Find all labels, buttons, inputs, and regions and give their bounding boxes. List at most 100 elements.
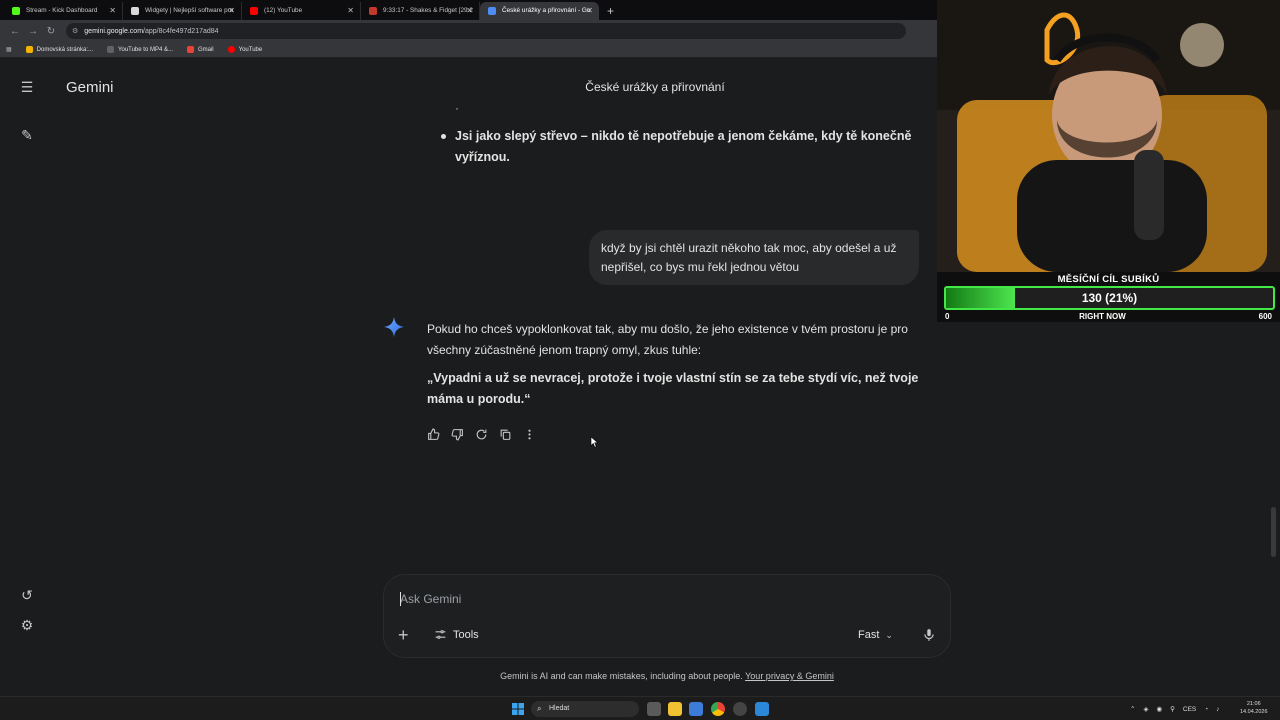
site-info-icon[interactable]: ⚙ <box>72 27 78 35</box>
system-tray: ⌃ ◈ ◉ ⚲ CES ◔ ♪ <box>1130 697 1219 720</box>
task-view-icon[interactable] <box>647 702 661 716</box>
chrome-icon[interactable] <box>711 702 725 716</box>
more-options-icon[interactable] <box>521 426 537 442</box>
clock-date: 14.04.2026 <box>1240 709 1268 715</box>
bookmark-youtube-mp4[interactable]: YouTube to MP4 &... <box>107 46 173 53</box>
input-language[interactable]: CES <box>1183 706 1196 713</box>
windows-start-icon[interactable] <box>512 703 524 715</box>
bookmark-icon <box>25 46 33 53</box>
tab-label: Widgety | Nejlepší software pro <box>145 7 234 14</box>
gmail-icon <box>186 46 194 53</box>
forward-icon[interactable]: → <box>24 26 42 37</box>
file-explorer-icon[interactable] <box>668 702 682 716</box>
truncated-line-marker: · <box>455 101 459 115</box>
chat-title[interactable]: České urážky a přirovnání <box>460 80 850 94</box>
address-bar[interactable]: ⚙ gemini.google.com/app/8c4fe497d217ad84 <box>66 23 906 39</box>
tab-youtube[interactable]: (12) YouTube ✕ <box>242 2 361 20</box>
new-chat-icon[interactable]: ✎ <box>17 125 37 145</box>
webcam-picture <box>937 0 1280 272</box>
tab-label: 9:33:17 - Shakes & Fidget [29.2 <box>383 7 473 14</box>
tools-label: Tools <box>453 628 479 641</box>
add-attachment-icon[interactable]: + <box>398 626 409 644</box>
bookmark-label: YouTube <box>238 46 263 53</box>
close-tab-icon[interactable]: ✕ <box>347 2 354 20</box>
youtube-icon <box>227 46 235 53</box>
disclaimer-text: Gemini is AI and can make mistakes, incl… <box>500 671 743 681</box>
bookmark-label: YouTube to MP4 &... <box>118 46 173 53</box>
response-intro: Pokud ho chceš vypoklonkovat tak, aby mu… <box>427 322 908 357</box>
goal-title: MĚSÍČNÍ CÍL SUBÍKŮ <box>1057 274 1160 285</box>
model-mode-dropdown[interactable]: Fast ⌄ <box>858 629 893 641</box>
browser-toolbar: ← → ↻ ⚙ gemini.google.com/app/8c4fe497d2… <box>0 20 937 42</box>
tools-button[interactable]: Tools <box>434 628 479 641</box>
previous-response-bullet: Jsi jako slepý střevo – nikdo tě nepotře… <box>441 126 921 168</box>
app-icon[interactable] <box>733 702 747 716</box>
thumbs-down-icon[interactable] <box>449 426 465 442</box>
privacy-link[interactable]: Your privacy & Gemini <box>745 671 834 681</box>
response-actions <box>425 426 537 442</box>
new-tab-button[interactable]: + <box>599 2 622 20</box>
gemini-side-rail: ☰ ✎ ↺ ⚙ <box>0 59 54 696</box>
response-quote: „Vypadni a už se nevracej, protože i tvo… <box>427 371 919 406</box>
close-tab-icon[interactable]: ✕ <box>586 2 593 20</box>
mouse-cursor-icon <box>590 436 598 448</box>
page-scrollbar[interactable] <box>1271 507 1276 557</box>
bookmarks-bar: ▦ Domovská stránka:... YouTube to MP4 &.… <box>0 42 937 58</box>
menu-icon[interactable]: ☰ <box>17 77 37 97</box>
goal-max: 600 <box>1258 312 1272 321</box>
taskbar-search[interactable]: ⌕ Hledat <box>531 701 639 717</box>
youtube-favicon-icon <box>250 7 258 15</box>
url-path: /app/8c4fe497d217ad84 <box>143 27 219 35</box>
close-tab-icon[interactable]: ✕ <box>109 2 116 20</box>
bookmark-gmail[interactable]: Gmail <box>186 46 214 53</box>
bookmark-domovska[interactable]: Domovská stránka:... <box>25 46 93 53</box>
bookmark-icon <box>107 46 115 53</box>
bookmark-youtube[interactable]: YouTube <box>227 46 263 53</box>
taskbar-clock[interactable]: 21:06 14.04.2026 <box>1240 700 1268 716</box>
mode-label: Fast <box>858 629 880 641</box>
tab-label: České urážky a přirovnání - Go <box>502 7 591 14</box>
ask-gemini-input[interactable] <box>400 592 800 606</box>
goal-value: 130 (21%) <box>1081 291 1138 305</box>
clock-time: 21:06 <box>1246 701 1261 707</box>
tab-gemini[interactable]: České urážky a přirovnání - Go ✕ <box>480 2 599 20</box>
activity-history-icon[interactable]: ↺ <box>17 585 37 605</box>
thumbs-up-icon[interactable] <box>425 426 441 442</box>
close-tab-icon[interactable]: ✕ <box>228 2 235 20</box>
prompt-input-box: + Tools Fast ⌄ <box>383 574 951 658</box>
browser-tab-strip: Stream - Kick Dashboard ✕ Widgety | Nejl… <box>0 0 937 20</box>
tray-chevron-icon[interactable]: ⌃ <box>1130 705 1135 713</box>
tab-label: Stream - Kick Dashboard <box>26 7 98 14</box>
copy-icon[interactable] <box>497 426 513 442</box>
search-icon: ⌕ <box>537 704 542 713</box>
shakes-favicon-icon <box>369 7 377 15</box>
goal-progress-bar: 130 (21%) <box>944 286 1275 310</box>
volume-icon[interactable]: ♪ <box>1216 706 1219 713</box>
settings-gear-icon[interactable]: ⚙ <box>17 615 37 635</box>
tray-network-icon[interactable]: ◉ <box>1156 705 1162 713</box>
gemini-logo-text[interactable]: Gemini <box>66 79 114 96</box>
tray-app-icon[interactable]: ◈ <box>1143 705 1148 713</box>
microphone-icon[interactable] <box>922 627 936 643</box>
back-icon[interactable]: ← <box>6 26 24 37</box>
windows-taskbar: ⌕ Hledat ⌃ ◈ ◉ ⚲ CES ◔ ♪ 21:06 14.04.202… <box>0 696 1280 720</box>
disclaimer: Gemini is AI and can make mistakes, incl… <box>383 671 951 681</box>
store-icon[interactable] <box>689 702 703 716</box>
close-tab-icon[interactable]: ✕ <box>466 2 473 20</box>
sub-goal-widget: MĚSÍČNÍ CÍL SUBÍKŮ 130 (21%) 0 RIGHT NOW… <box>937 272 1280 322</box>
tray-usb-icon[interactable]: ⚲ <box>1170 705 1175 713</box>
app-blue-icon[interactable] <box>755 702 769 716</box>
tab-kick-dashboard[interactable]: Stream - Kick Dashboard ✕ <box>4 2 123 20</box>
gemini-spark-icon <box>383 316 405 338</box>
screen: Stream - Kick Dashboard ✕ Widgety | Nejl… <box>0 0 1280 720</box>
bullet-text: Jsi jako slepý střevo – nikdo tě nepotře… <box>455 129 912 164</box>
regenerate-icon[interactable] <box>473 426 489 442</box>
tab-widgety[interactable]: Widgety | Nejlepší software pro ✕ <box>123 2 242 20</box>
reload-icon[interactable]: ↻ <box>42 26 60 37</box>
kick-favicon-icon <box>12 7 20 15</box>
bookmark-label: Gmail <box>197 46 214 53</box>
apps-icon[interactable]: ▦ <box>6 46 12 53</box>
text-caret <box>400 592 401 606</box>
tab-shakes-fidget[interactable]: 9:33:17 - Shakes & Fidget [29.2 ✕ <box>361 2 480 20</box>
wifi-icon[interactable]: ◔ <box>1204 706 1208 713</box>
